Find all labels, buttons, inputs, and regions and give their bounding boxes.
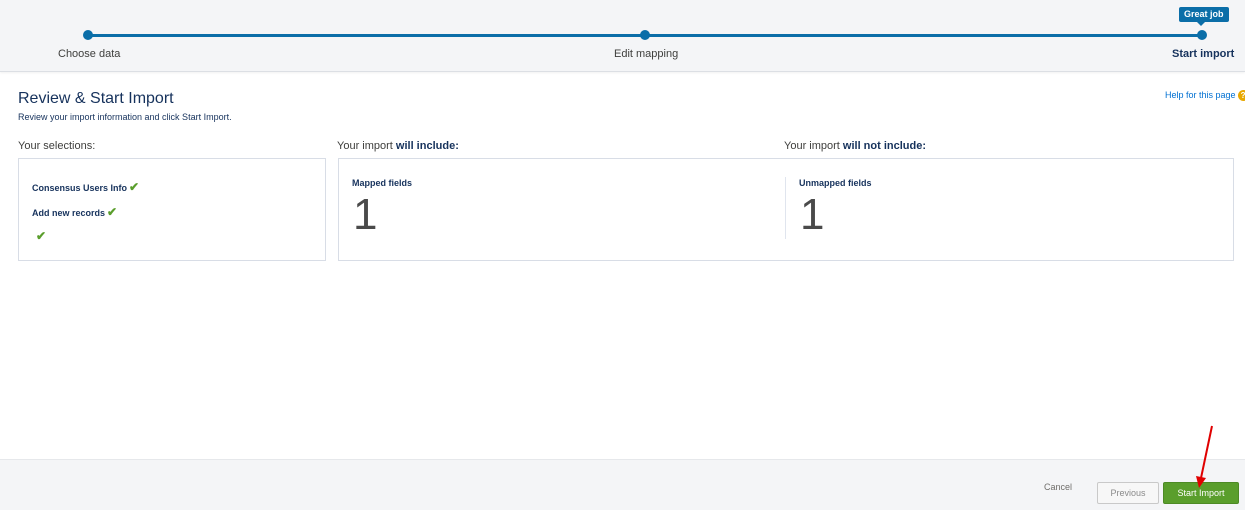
selections-panel: Consensus Users Info ✔ Add new records ✔ ✔: [18, 158, 326, 261]
exclude-heading: Your import will not include:: [784, 140, 926, 152]
selection-item: Consensus Users Info ✔: [32, 180, 139, 194]
help-link-label: Help for this page: [1165, 90, 1236, 100]
page-title: Review & Start Import: [18, 90, 174, 107]
page-subtitle: Review your import information and click…: [18, 112, 232, 122]
mapped-fields-label: Mapped fields: [352, 178, 413, 188]
step-dot-edit-mapping: [640, 30, 650, 40]
selection-item: Add new records ✔: [32, 205, 117, 219]
selection-item: ✔: [34, 229, 46, 243]
step-label-choose-data: Choose data: [58, 48, 121, 60]
exclude-heading-prefix: Your import: [784, 140, 843, 152]
footer-bar: Cancel Previous Start Import: [0, 459, 1245, 510]
checkmark-icon: ✔: [129, 180, 140, 194]
help-link[interactable]: Help for this page?: [1165, 90, 1245, 102]
summary-divider: [785, 177, 786, 239]
great-job-badge: Great job: [1179, 7, 1229, 26]
include-heading: Your import will include:: [337, 140, 459, 152]
checkmark-icon: ✔: [107, 205, 118, 219]
question-icon: ?: [1237, 90, 1245, 102]
annotation-arrow-icon: [1196, 425, 1213, 488]
previous-button[interactable]: Previous: [1097, 482, 1159, 504]
exclude-heading-bold: will not include:: [842, 140, 927, 152]
selection-item-label: Consensus Users Info: [32, 183, 128, 193]
include-heading-prefix: Your import: [337, 140, 396, 152]
unmapped-fields-count: 1: [800, 190, 825, 239]
selection-item-label: Add new records: [32, 208, 106, 218]
cancel-button[interactable]: Cancel: [1044, 482, 1072, 492]
checkmark-icon: ✔: [36, 229, 47, 243]
step-dot-start-import: [1197, 30, 1207, 40]
selections-heading: Your selections:: [18, 140, 96, 152]
step-dot-choose-data: [83, 30, 93, 40]
step-label-start-import: Start import: [1172, 48, 1235, 60]
include-heading-bold: will include:: [395, 140, 459, 152]
unmapped-fields-label: Unmapped fields: [799, 178, 872, 188]
import-progress-bar: Choose data Edit mapping Start import Gr…: [0, 0, 1245, 72]
import-summary-panel: Mapped fields 1 Unmapped fields 1: [338, 158, 1234, 261]
mapped-fields-count: 1: [353, 190, 378, 239]
step-label-edit-mapping: Edit mapping: [614, 48, 679, 60]
